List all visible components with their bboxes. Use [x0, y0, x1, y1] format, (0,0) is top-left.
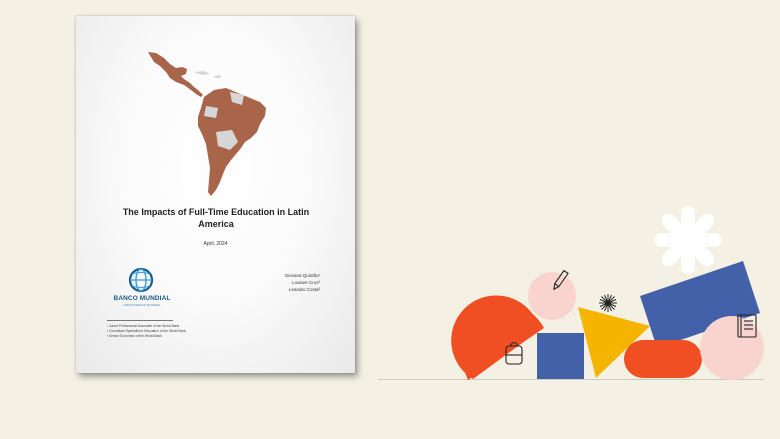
latin-america-map [148, 52, 266, 196]
burst-icon [599, 294, 617, 312]
pink-circle-left [528, 272, 576, 320]
footnote-3: ³ Senior Economist of the World Bank [107, 334, 162, 338]
author-list: Giovana Quintão¹ Louisee Cruz² Leandro C… [285, 272, 320, 293]
backpack-icon [505, 341, 523, 365]
publisher-sub: GRUPO BANCO MUNDIAL [123, 303, 161, 307]
blue-square [537, 333, 584, 379]
pink-circle-right [700, 316, 764, 380]
footnote-divider [107, 320, 173, 321]
author-1: Giovana Quintão¹ [284, 273, 320, 278]
report-date: April, 2024 [203, 241, 228, 247]
publisher-name: BANCO MUNDIAL [113, 295, 171, 302]
map-region-amazon-gap [204, 106, 218, 118]
report-cover: The Impacts of Full-Time Education in La… [76, 16, 355, 373]
map-region-caribbean [194, 71, 210, 75]
report-title: The Impacts of Full-Time Education in La… [122, 207, 310, 229]
author-3: Leandro Costa³ [288, 287, 320, 292]
red-pill [624, 340, 702, 378]
footnotes: ¹ Junior Professional Associate of the W… [107, 324, 186, 339]
decorative-shapes [451, 206, 764, 380]
author-2: Louisee Cruz² [291, 280, 320, 285]
flower-shape [654, 206, 722, 274]
map-region-mexico-central-america [148, 52, 203, 97]
